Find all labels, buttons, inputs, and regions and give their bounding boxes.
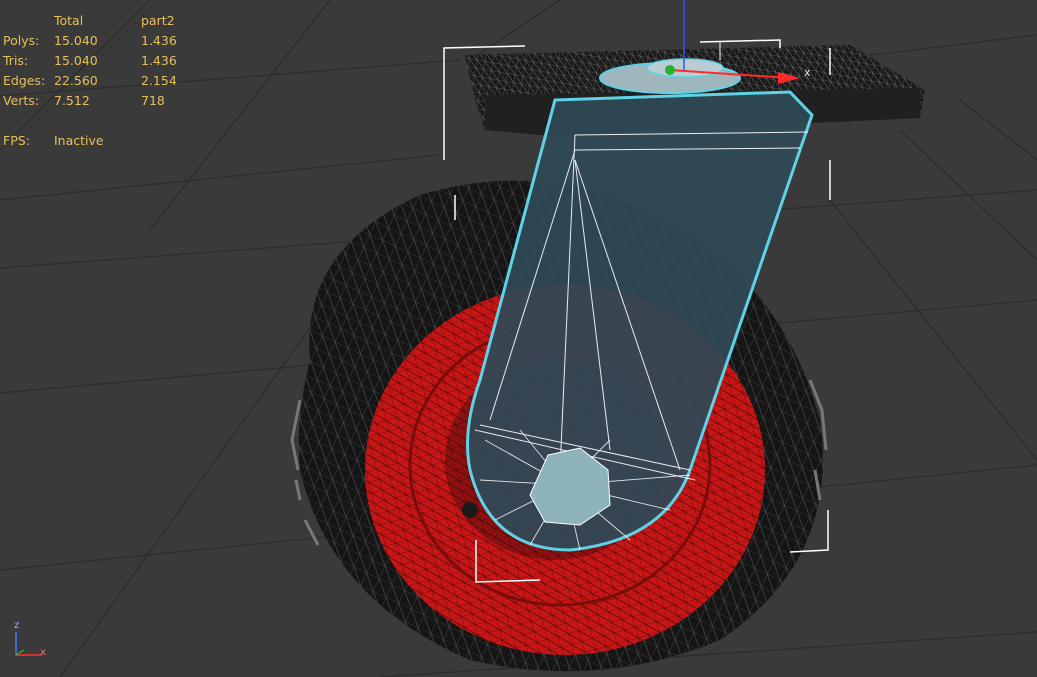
stats-total-value: 15.040 bbox=[54, 53, 98, 68]
stats-total-value: 7.512 bbox=[54, 93, 90, 108]
pivot-icon[interactable] bbox=[665, 65, 675, 75]
gizmo-x-label: x bbox=[804, 66, 811, 79]
stats-row-edges: Edges: 22.560 2.154 bbox=[0, 73, 200, 89]
axis-tripod: z x bbox=[6, 620, 56, 671]
stats-object-value: 2.154 bbox=[141, 73, 177, 88]
stats-label: Polys: bbox=[3, 33, 40, 48]
stats-total-value: 22.560 bbox=[54, 73, 98, 88]
stats-header-total: Total bbox=[54, 13, 84, 28]
fps-label: FPS: bbox=[3, 133, 30, 148]
fps-value: Inactive bbox=[54, 133, 104, 148]
stats-object-value: 1.436 bbox=[141, 53, 177, 68]
3d-viewport[interactable]: Total part2 Polys: 15.040 1.436 Tris: 15… bbox=[0, 0, 1037, 677]
stats-row-fps: FPS: Inactive bbox=[0, 133, 200, 149]
stats-row-polys: Polys: 15.040 1.436 bbox=[0, 33, 200, 49]
stats-label: Tris: bbox=[3, 53, 29, 68]
stats-object-value: 718 bbox=[141, 93, 165, 108]
stats-label: Edges: bbox=[3, 73, 46, 88]
stats-header-object: part2 bbox=[141, 13, 175, 28]
axis-z-label: z bbox=[14, 620, 20, 631]
stats-label: Verts: bbox=[3, 93, 40, 108]
stats-object-value: 1.436 bbox=[141, 33, 177, 48]
stats-total-value: 15.040 bbox=[54, 33, 98, 48]
stats-row-tris: Tris: 15.040 1.436 bbox=[0, 53, 200, 69]
stats-row-verts: Verts: 7.512 718 bbox=[0, 93, 200, 109]
axis-x-label: x bbox=[40, 647, 46, 658]
